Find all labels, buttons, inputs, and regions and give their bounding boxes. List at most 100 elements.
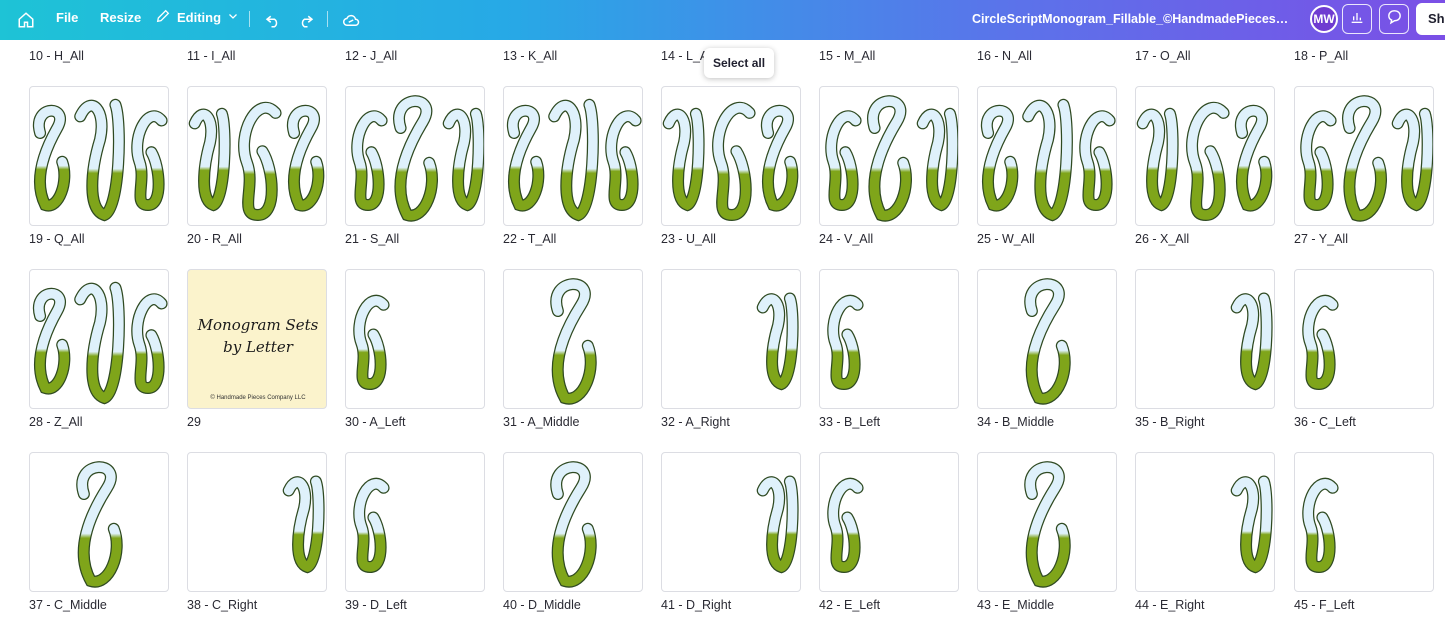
page-label: 18 - P_All (1294, 49, 1349, 63)
monogram-letter-art (820, 453, 958, 591)
share-button[interactable]: Sha (1416, 3, 1445, 35)
page-thumbnail[interactable] (819, 269, 959, 409)
page-label: 20 - R_All (187, 232, 242, 246)
monogram-letter-art (1136, 453, 1274, 591)
page-label: 45 - F_Left (1294, 598, 1355, 612)
page-label: 39 - D_Left (345, 598, 407, 612)
top-toolbar: File Resize Editing CircleScriptMonogram… (0, 0, 1445, 40)
page-grid: 10 - H_All 11 - I_All 12 - J_All 13 - K_… (0, 40, 1445, 619)
cover-copyright: © Handmade Pieces Company LLC (210, 395, 306, 401)
page-label: 37 - C_Middle (29, 598, 107, 612)
page-thumbnail[interactable] (187, 452, 327, 592)
editing-mode-button[interactable]: Editing (155, 8, 239, 27)
monogram-letter-art (662, 87, 800, 225)
page-label: 24 - V_All (819, 232, 874, 246)
monogram-letter-art (978, 453, 1116, 591)
file-menu-button[interactable]: File (56, 10, 78, 25)
page-label: 31 - A_Middle (503, 415, 580, 429)
page-thumbnail[interactable] (187, 86, 327, 226)
chevron-down-icon (227, 10, 239, 25)
cover-title-line: Monogram Sets (197, 316, 319, 334)
monogram-letter-art (978, 87, 1116, 225)
page-label: 28 - Z_All (29, 415, 83, 429)
page-label: 30 - A_Left (345, 415, 406, 429)
monogram-letter-art (30, 270, 168, 408)
cover-title-line: by Letter (223, 338, 293, 356)
monogram-letter-art (1295, 453, 1433, 591)
page-thumbnail[interactable] (345, 452, 485, 592)
page-label: 17 - O_All (1135, 49, 1191, 63)
page-thumbnail[interactable] (1294, 269, 1434, 409)
page-thumbnail[interactable] (1294, 86, 1434, 226)
page-label: 27 - Y_All (1294, 232, 1348, 246)
page-thumbnail[interactable] (661, 452, 801, 592)
document-title[interactable]: CircleScriptMonogram_Fillable_©HandmadeP… (972, 12, 1294, 26)
page-thumbnail[interactable] (345, 269, 485, 409)
page-label: 13 - K_All (503, 49, 558, 63)
monogram-letter-art (30, 453, 168, 591)
pencil-icon (155, 8, 171, 27)
select-all-tooltip[interactable]: Select all (704, 48, 775, 78)
page-thumbnail[interactable] (29, 86, 169, 226)
page-label: 33 - B_Left (819, 415, 881, 429)
page-thumbnail[interactable] (1294, 452, 1434, 592)
page-thumbnail[interactable] (661, 269, 801, 409)
page-label: 40 - D_Middle (503, 598, 581, 612)
page-label: 35 - B_Right (1135, 415, 1205, 429)
monogram-letter-art (346, 453, 484, 591)
undo-icon[interactable] (261, 8, 285, 32)
toolbar-divider (249, 11, 250, 27)
monogram-letter-art (504, 453, 642, 591)
home-icon[interactable] (14, 8, 38, 32)
monogram-letter-art (820, 87, 958, 225)
page-thumbnail[interactable] (29, 269, 169, 409)
page-label: 38 - C_Right (187, 598, 258, 612)
cloud-icon[interactable] (339, 8, 363, 32)
page-thumbnail[interactable]: Monogram Sets by Letter © Handmade Pieces … (187, 269, 327, 409)
monogram-letter-art (1295, 270, 1433, 408)
page-thumbnail[interactable] (503, 86, 643, 226)
page-label: 12 - J_All (345, 49, 398, 63)
monogram-letter-art (30, 87, 168, 225)
page-label: 10 - H_All (29, 49, 84, 63)
page-label: 15 - M_All (819, 49, 876, 63)
monogram-letter-art (662, 453, 800, 591)
page-thumbnail[interactable] (977, 452, 1117, 592)
monogram-letter-art (346, 270, 484, 408)
resize-button[interactable]: Resize (100, 10, 141, 25)
monogram-letter-art (1136, 87, 1274, 225)
page-thumbnail[interactable] (977, 269, 1117, 409)
page-label: 32 - A_Right (661, 415, 730, 429)
page-label: 16 - N_All (977, 49, 1032, 63)
page-thumbnail[interactable] (819, 452, 959, 592)
monogram-letter-art (1295, 87, 1433, 225)
monogram-letter-art (188, 453, 326, 591)
page-label: 26 - X_All (1135, 232, 1190, 246)
page-thumbnail[interactable] (1135, 452, 1275, 592)
page-label: 34 - B_Middle (977, 415, 1055, 429)
page-thumbnail[interactable] (503, 452, 643, 592)
page-label: 29 (187, 415, 201, 429)
cover-title: Monogram Sets by Letter (188, 314, 326, 358)
page-label: 19 - Q_All (29, 232, 85, 246)
page-thumbnail[interactable] (29, 452, 169, 592)
page-label: 41 - D_Right (661, 598, 732, 612)
page-label: 36 - C_Left (1294, 415, 1356, 429)
insights-button[interactable] (1342, 4, 1372, 34)
comments-button[interactable] (1379, 4, 1409, 34)
editing-label: Editing (177, 10, 222, 25)
avatar[interactable]: MW (1310, 5, 1338, 33)
redo-icon[interactable] (294, 8, 318, 32)
page-label: 25 - W_All (977, 232, 1035, 246)
page-thumbnail[interactable] (977, 86, 1117, 226)
page-thumbnail[interactable] (345, 86, 485, 226)
monogram-letter-art (820, 270, 958, 408)
page-thumbnail[interactable] (819, 86, 959, 226)
page-thumbnail[interactable] (1135, 86, 1275, 226)
page-thumbnail[interactable] (1135, 269, 1275, 409)
page-label: 21 - S_All (345, 232, 400, 246)
page-thumbnail[interactable] (661, 86, 801, 226)
page-thumbnail[interactable] (503, 269, 643, 409)
monogram-letter-art (188, 87, 326, 225)
monogram-letter-art (662, 270, 800, 408)
